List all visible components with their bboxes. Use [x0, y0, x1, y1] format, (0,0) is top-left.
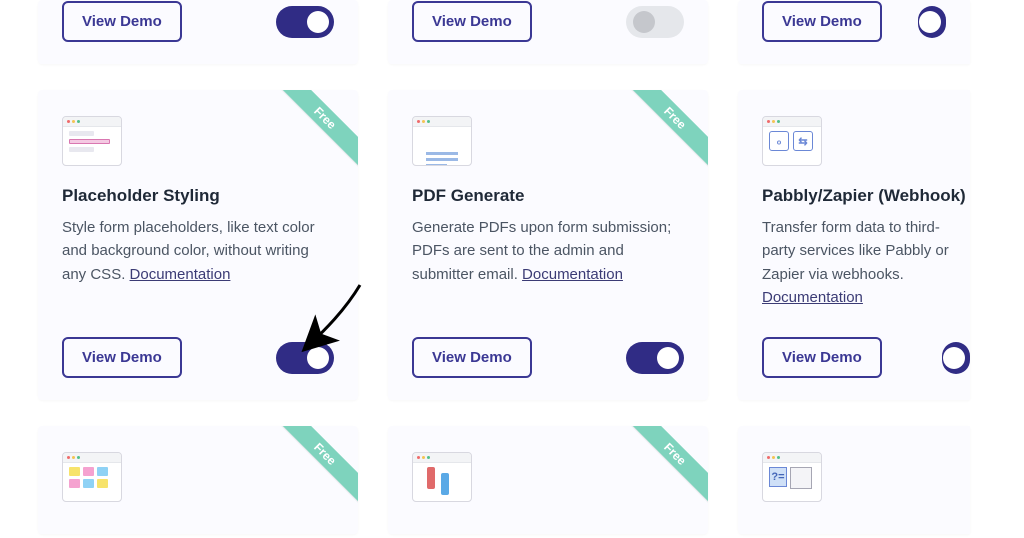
addon-card-bottom-1: Free — [38, 426, 358, 534]
free-ribbon: Free — [620, 90, 708, 178]
view-demo-button[interactable]: View Demo — [762, 1, 882, 42]
addon-card-placeholder-styling: Free Placeholder Styling Style form plac… — [38, 90, 358, 400]
free-ribbon: Free — [270, 90, 358, 178]
addon-card-top-2: View Demo — [388, 0, 708, 64]
addon-card-pdf-generate: Free ▼ PDF Generate Generate PDFs upon f… — [388, 90, 708, 400]
documentation-link[interactable]: Documentation — [762, 289, 863, 306]
addon-card-bottom-2: Free — [388, 426, 708, 534]
free-ribbon: Free — [620, 426, 708, 514]
addon-title: Pabbly/Zapier (Webhook) — [762, 186, 970, 206]
addon-title: Placeholder Styling — [62, 186, 334, 206]
addon-card-pabbly-zapier: ₒ ⇆ Pabbly/Zapier (Webhook) Transfer for… — [738, 90, 970, 400]
documentation-link[interactable]: Documentation — [522, 266, 623, 283]
addon-card-top-3: View Demo — [738, 0, 970, 64]
addon-description: Transfer form data to third-party servic… — [762, 216, 970, 309]
addon-card-top-1: View Demo — [38, 0, 358, 64]
swap-icon: ⇆ — [793, 131, 813, 151]
addon-description: Style form placeholders, like text color… — [62, 216, 334, 286]
enable-toggle[interactable] — [942, 342, 970, 374]
enable-toggle[interactable] — [276, 6, 334, 38]
free-ribbon: Free — [270, 426, 358, 514]
addon-icon: ?= — [762, 452, 822, 502]
enable-toggle[interactable] — [626, 6, 684, 38]
enable-toggle[interactable] — [276, 342, 334, 374]
view-demo-button[interactable]: View Demo — [412, 337, 532, 378]
view-demo-button[interactable]: View Demo — [62, 337, 182, 378]
addon-icon — [62, 116, 122, 166]
enable-toggle[interactable] — [918, 6, 946, 38]
addon-icon — [412, 452, 472, 502]
addon-icon: ▼ — [412, 116, 472, 166]
addon-icon: ₒ ⇆ — [762, 116, 822, 166]
addon-title: PDF Generate — [412, 186, 684, 206]
view-demo-button[interactable]: View Demo — [762, 337, 882, 378]
view-demo-button[interactable]: View Demo — [412, 1, 532, 42]
addon-description: Generate PDFs upon form submission; PDFs… — [412, 216, 684, 286]
view-demo-button[interactable]: View Demo — [62, 1, 182, 42]
addon-icon — [62, 452, 122, 502]
webhook-icon: ₒ — [769, 131, 789, 151]
enable-toggle[interactable] — [626, 342, 684, 374]
documentation-link[interactable]: Documentation — [130, 266, 231, 283]
addon-card-bottom-3: ?= — [738, 426, 970, 534]
